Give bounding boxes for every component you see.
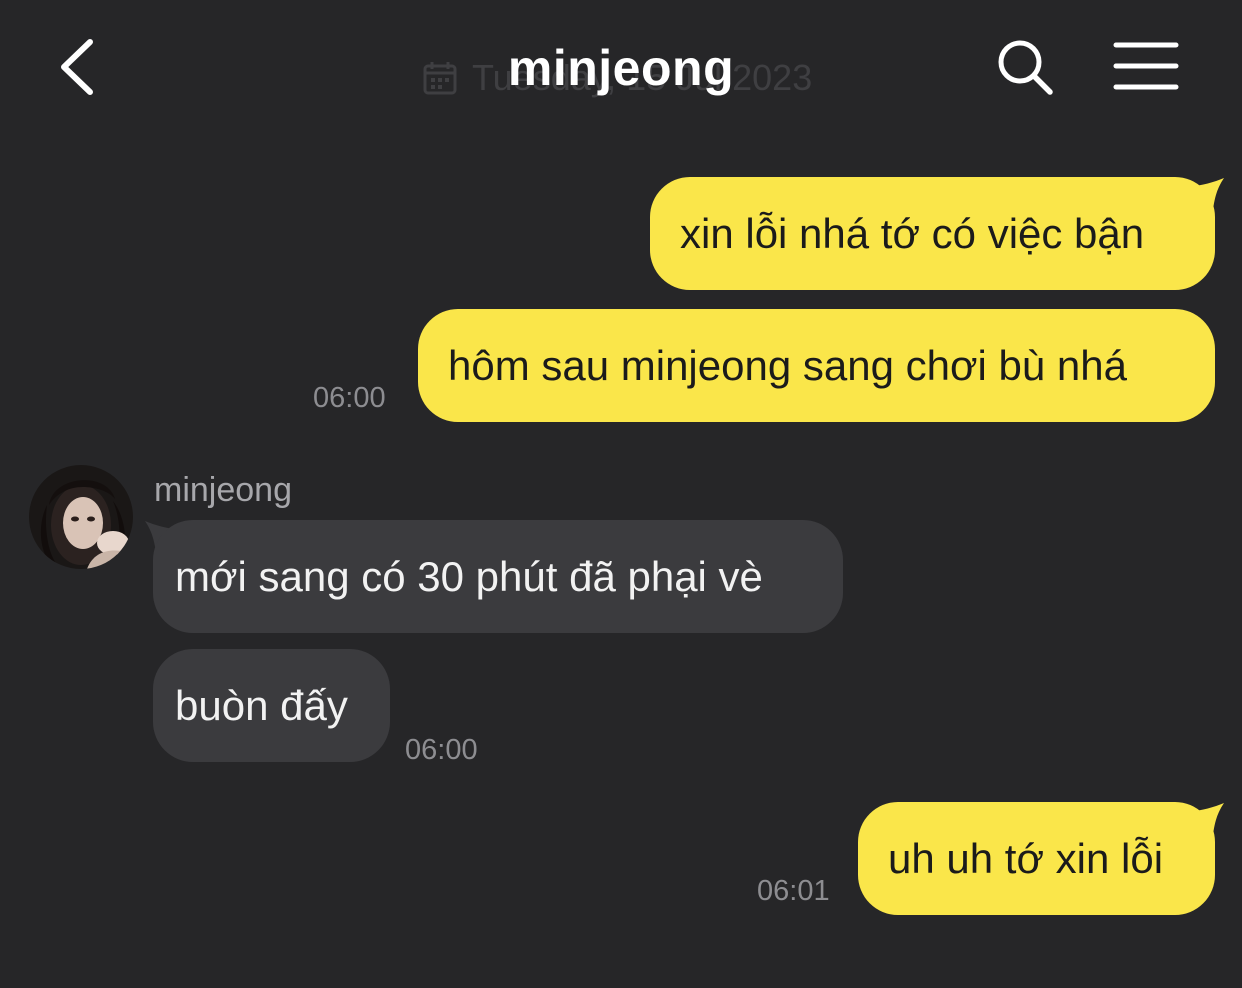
message-timestamp: 06:01 [757,875,830,907]
message-text: hôm sau minjeong sang chơi bù nhá [448,342,1127,389]
search-button[interactable] [994,36,1056,98]
message-text: uh uh tớ xin lỗi [888,835,1164,882]
message-timestamp: 06:00 [313,382,386,414]
back-button[interactable] [50,34,110,98]
chat-header: Tuesday, 15 Jul 2023 minjeong [0,0,1242,140]
sender-name: minjeong [154,471,292,509]
menu-button[interactable] [1112,40,1180,92]
message-text: buòn đấy [175,682,348,729]
avatar[interactable] [29,465,133,569]
message-bubble-outgoing[interactable]: xin lỗi nhá tớ có việc bận [650,177,1215,290]
message-text: xin lỗi nhá tớ có việc bận [680,210,1145,257]
hamburger-menu-icon [1113,42,1179,90]
avatar-image [29,465,133,569]
message-bubble-outgoing[interactable]: hôm sau minjeong sang chơi bù nhá [418,309,1215,422]
message-timestamp: 06:00 [405,734,478,766]
calendar-icon [423,62,457,95]
chevron-left-icon [61,39,93,95]
search-icon [998,40,1053,95]
message-text: mới sang có 30 phút đã phại vè [175,553,763,600]
message-bubble-outgoing[interactable]: uh uh tớ xin lỗi [858,802,1215,915]
message-bubble-incoming[interactable]: buòn đấy [153,649,390,762]
chat-title[interactable]: minjeong [508,40,734,96]
message-bubble-incoming[interactable]: mới sang có 30 phút đã phại vè [153,520,843,633]
